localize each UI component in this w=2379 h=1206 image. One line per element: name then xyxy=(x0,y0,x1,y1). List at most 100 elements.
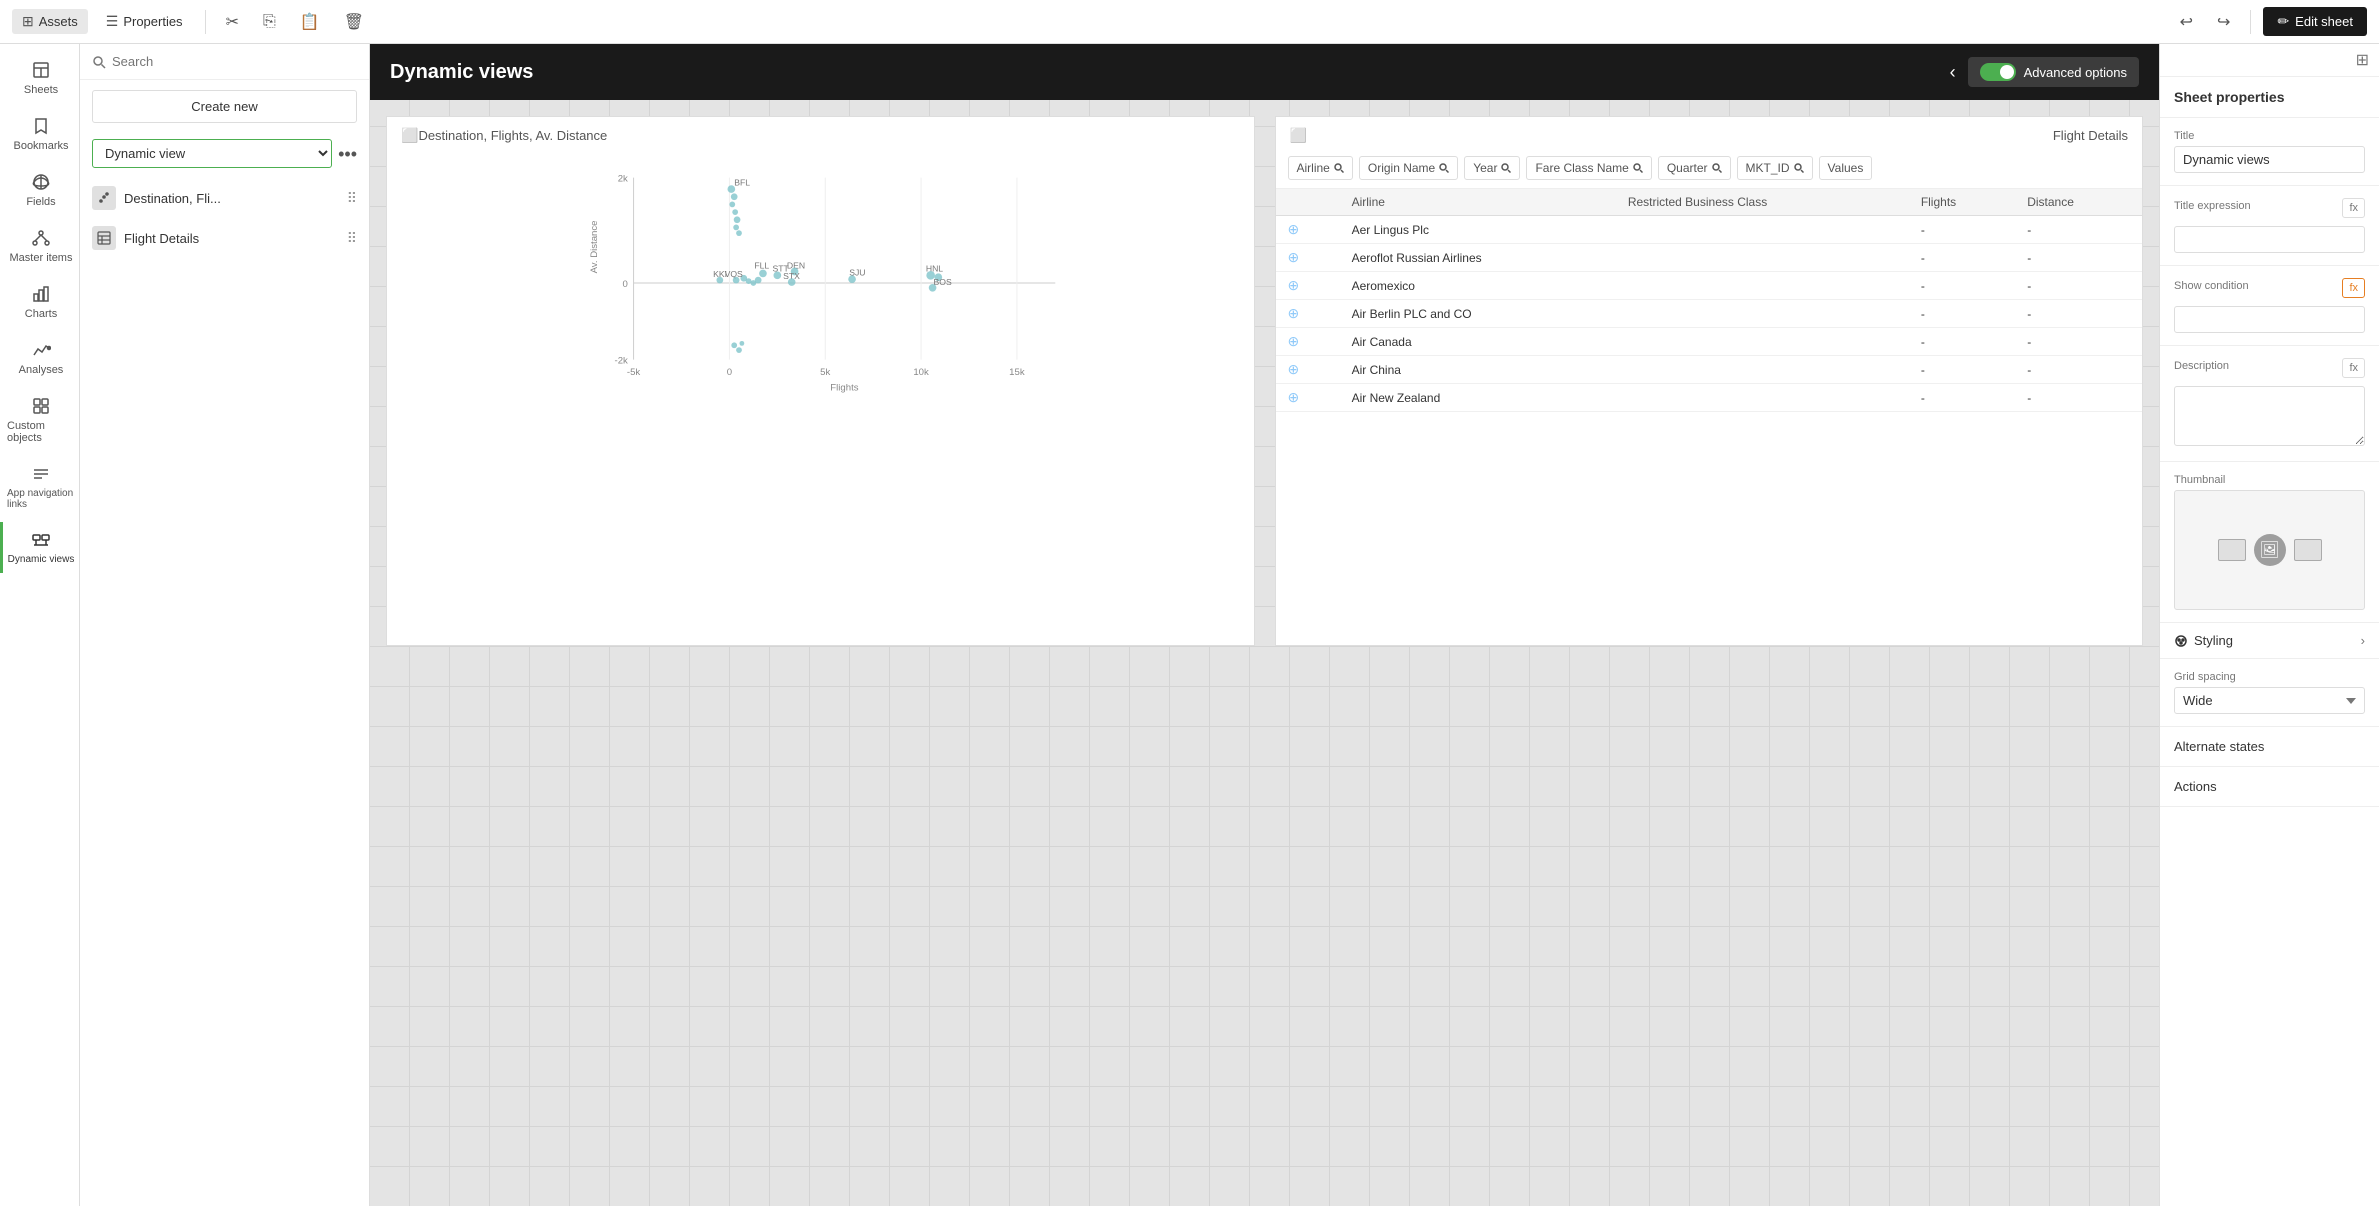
distance-cell: - xyxy=(2015,272,2142,300)
flights-cell: - xyxy=(1909,328,2015,356)
flights-cell: - xyxy=(1909,272,2015,300)
thumbnail-label: Thumbnail xyxy=(2174,474,2365,486)
title-expression-fx-button[interactable]: fx xyxy=(2342,198,2365,218)
paste-button[interactable]: 📋 xyxy=(292,8,328,36)
row-icon: ⊕ xyxy=(1288,221,1300,237)
drag-handle[interactable]: ⠿ xyxy=(347,230,357,247)
origin-name-label: Origin Name xyxy=(1368,161,1435,175)
svg-text:Flights: Flights xyxy=(830,382,858,393)
sidebar-item-app-nav[interactable]: App navigation links xyxy=(0,456,79,518)
more-options-button[interactable]: ••• xyxy=(338,145,357,163)
sheet-properties-header: Sheet properties xyxy=(2160,77,2379,118)
table-row: ⊕ Air Canada - - xyxy=(1276,328,2143,356)
airline-cell: Aer Lingus Plc xyxy=(1340,216,1616,244)
fields-icon xyxy=(31,172,51,192)
dynamic-view-select[interactable]: Dynamic view xyxy=(92,139,332,168)
fare-cell xyxy=(1616,272,1909,300)
actions-section: Actions xyxy=(2160,767,2379,807)
col-airline: Airline xyxy=(1340,189,1616,216)
mkt-id-filter[interactable]: MKT_ID xyxy=(1737,156,1813,180)
analyses-icon xyxy=(31,340,51,360)
year-label: Year xyxy=(1473,161,1497,175)
col-distance: Distance xyxy=(2015,189,2142,216)
sidebar-item-master-items[interactable]: Master items xyxy=(0,220,79,272)
collapse-button[interactable]: ‹ xyxy=(1950,62,1956,83)
origin-name-filter[interactable]: Origin Name xyxy=(1359,156,1458,180)
chart-title: Destination, Flights, Av. Distance xyxy=(418,128,607,143)
styling-row[interactable]: Styling › xyxy=(2160,623,2379,659)
palette-icon xyxy=(2174,634,2188,648)
layout-icon[interactable]: ⊞ xyxy=(2356,50,2369,70)
row-icon: ⊕ xyxy=(1288,305,1300,321)
page-title: Dynamic views xyxy=(390,61,1938,84)
properties-title: Sheet properties xyxy=(2174,89,2284,105)
thumbnail-section: Thumbnail 🖼 xyxy=(2160,462,2379,623)
sidebar-item-custom-objects[interactable]: Custom objects xyxy=(0,388,79,452)
custom-objects-icon xyxy=(31,396,51,416)
airline-cell: Aeromexico xyxy=(1340,272,1616,300)
year-filter[interactable]: Year xyxy=(1464,156,1520,180)
flight-details-expand-button[interactable]: ⬜ xyxy=(1290,127,1307,144)
main-content: Dynamic views ‹ Advanced options ⬜ Desti… xyxy=(370,44,2159,1206)
styling-label: Styling xyxy=(2174,633,2233,648)
table-row: ⊕ Aeromexico - - xyxy=(1276,272,2143,300)
quarter-label: Quarter xyxy=(1667,161,1708,175)
sidebar-item-fields[interactable]: Fields xyxy=(0,164,79,216)
grid-spacing-select[interactable]: Wide Narrow Medium xyxy=(2174,687,2365,714)
col-fare-class: Restricted Business Class xyxy=(1616,189,1909,216)
delete-button[interactable]: 🗑 xyxy=(336,8,372,36)
create-new-button[interactable]: Create new xyxy=(92,90,357,123)
master-items-icon xyxy=(31,228,51,248)
sidebar-item-dynamic-views[interactable]: Dynamic views xyxy=(0,522,79,573)
thumbnail-area[interactable]: 🖼 xyxy=(2174,490,2365,610)
title-expression-input[interactable] xyxy=(2174,226,2365,253)
advanced-options-toggle[interactable]: Advanced options xyxy=(1968,57,2139,87)
sidebar-item-analyses[interactable]: Analyses xyxy=(0,332,79,384)
sidebar-item-bookmarks[interactable]: Bookmarks xyxy=(0,108,79,160)
year-search-icon xyxy=(1501,163,1511,173)
list-item[interactable]: Flight Details ⠿ xyxy=(80,218,369,258)
airline-filter[interactable]: Airline xyxy=(1288,156,1353,180)
grid-spacing-label: Grid spacing xyxy=(2174,671,2365,683)
flights-cell: - xyxy=(1909,356,2015,384)
table-icon xyxy=(92,226,116,250)
flights-cell: - xyxy=(1909,300,2015,328)
chart-expand-button[interactable]: ⬜ xyxy=(401,127,418,144)
description-fx-button[interactable]: fx xyxy=(2342,358,2365,378)
properties-icon: ☰ xyxy=(106,13,119,30)
toolbar-separator xyxy=(205,10,206,34)
fare-class-filter[interactable]: Fare Class Name xyxy=(1526,156,1651,180)
search-input[interactable] xyxy=(112,54,357,69)
quarter-filter[interactable]: Quarter xyxy=(1658,156,1731,180)
table-area: Airline Restricted Business Class Flight… xyxy=(1276,189,2143,412)
copy-button[interactable]: ⎘ xyxy=(255,9,284,35)
cut-button[interactable]: ✂ xyxy=(218,8,247,36)
edit-sheet-button[interactable]: ✏ Edit sheet xyxy=(2263,7,2367,36)
toggle-knob xyxy=(2000,65,2014,79)
sidebar-item-sheets[interactable]: Sheets xyxy=(0,52,79,104)
scatter-chart-icon xyxy=(92,186,116,210)
scatter-container: 2k 0 -2k -5k 0 5k 10k 15k xyxy=(387,148,1254,428)
undo-button[interactable]: ↩ xyxy=(2172,8,2201,36)
list-item[interactable]: Destination, Fli... ⠿ xyxy=(80,178,369,218)
drag-handle[interactable]: ⠿ xyxy=(347,190,357,207)
sheets-icon xyxy=(31,60,51,80)
fare-cell xyxy=(1616,300,1909,328)
distance-cell: - xyxy=(2015,356,2142,384)
toggle-switch xyxy=(1980,63,2016,81)
row-icon: ⊕ xyxy=(1288,389,1300,405)
thumbnail-icon-left xyxy=(2218,539,2246,561)
show-condition-fx-button[interactable]: fx xyxy=(2342,278,2365,298)
airline-cell: Aeroflot Russian Airlines xyxy=(1340,244,1616,272)
svg-text:-2k: -2k xyxy=(615,356,629,367)
fare-cell xyxy=(1616,216,1909,244)
title-input[interactable] xyxy=(2174,146,2365,173)
description-input[interactable] xyxy=(2174,386,2365,446)
redo-button[interactable]: ↪ xyxy=(2209,8,2238,36)
values-filter[interactable]: Values xyxy=(1819,156,1873,180)
title-expression-row: Title expression fx xyxy=(2174,198,2365,218)
sidebar-item-charts[interactable]: Charts xyxy=(0,276,79,328)
show-condition-input[interactable] xyxy=(2174,306,2365,333)
properties-tab[interactable]: ☰ Properties xyxy=(96,9,193,34)
assets-tab[interactable]: ⊞ Assets xyxy=(12,9,88,34)
